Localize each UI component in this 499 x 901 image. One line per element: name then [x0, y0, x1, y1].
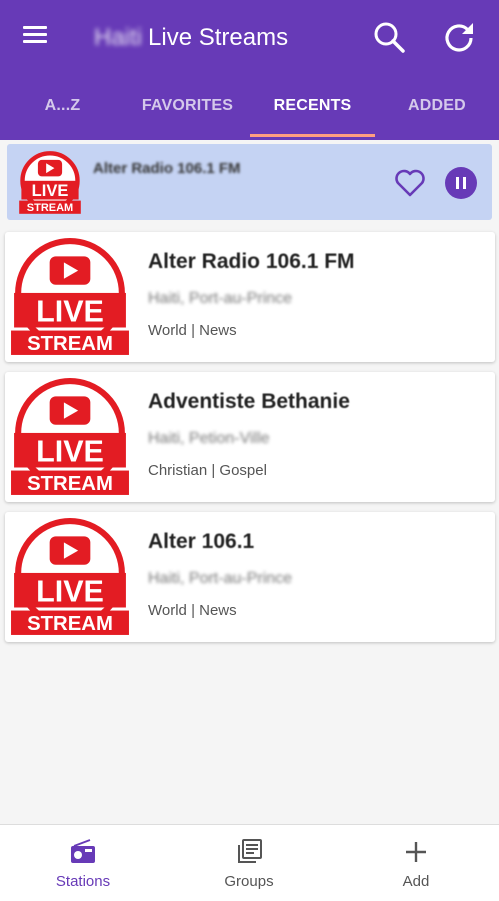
station-location: Haiti, Port-au-Prince — [148, 290, 293, 307]
refresh-icon — [445, 23, 473, 52]
station-card[interactable]: LIVE STREAM Alter Radio 106.1 FM Haiti, … — [5, 232, 495, 362]
tab-bar: A...Z FAVORITES RECENTS ADDED — [0, 80, 499, 138]
svg-text:LIVE: LIVE — [36, 574, 104, 608]
station-genres: World | News — [148, 602, 237, 619]
nav-add[interactable]: Add — [333, 825, 499, 901]
plus-icon — [406, 842, 426, 862]
live-stream-logo: LIVE STREAM — [11, 518, 129, 635]
station-location: Haiti, Port-au-Prince — [148, 570, 293, 587]
tab-indicator — [250, 134, 375, 137]
svg-text:STREAM: STREAM — [27, 473, 113, 495]
live-stream-logo: LIVE STREAM — [11, 238, 129, 355]
hamburger-icon — [23, 26, 47, 29]
title-text: Live Streams — [148, 24, 289, 51]
search-button[interactable] — [370, 18, 410, 58]
tab-recents[interactable]: RECENTS — [250, 80, 375, 138]
refresh-button[interactable] — [440, 18, 480, 58]
bottom-nav: Stations Groups Add — [0, 824, 499, 901]
station-card[interactable]: LIVE STREAM Adventiste Bethanie Haiti, P… — [5, 372, 495, 502]
station-genres: Christian | Gospel — [148, 462, 267, 479]
station-location: Haiti, Petion-Ville — [148, 430, 270, 447]
pause-icon — [456, 177, 459, 189]
library-icon — [238, 839, 262, 863]
nav-groups[interactable]: Groups — [166, 825, 332, 901]
station-card[interactable]: LIVE STREAM Alter 106.1 Haiti, Port-au-P… — [5, 512, 495, 642]
nav-add-label: Add — [402, 873, 430, 890]
now-playing-bar[interactable]: LIVE STREAM Alter Radio 106.1 FM — [7, 144, 492, 220]
tab-added[interactable]: ADDED — [375, 80, 499, 138]
nav-stations-label: Stations — [55, 873, 111, 890]
station-name: Adventiste Bethanie — [148, 390, 350, 413]
title-prefix: Haiti — [94, 24, 143, 51]
nav-groups-label: Groups — [224, 873, 274, 890]
pause-button[interactable] — [445, 167, 477, 199]
svg-text:STREAM: STREAM — [27, 202, 73, 214]
tab-favorites[interactable]: FAVORITES — [125, 80, 250, 138]
heart-icon — [395, 169, 425, 197]
tab-a-z[interactable]: A...Z — [0, 80, 125, 138]
radio-icon — [71, 839, 95, 863]
svg-text:STREAM: STREAM — [27, 333, 113, 355]
station-name: Alter Radio 106.1 FM — [148, 250, 355, 273]
live-stream-logo: LIVE STREAM — [19, 151, 81, 214]
favorite-button[interactable] — [393, 166, 427, 200]
svg-text:STREAM: STREAM — [27, 613, 113, 635]
station-name: Alter 106.1 — [148, 530, 255, 553]
menu-button[interactable] — [22, 22, 52, 52]
app-bar: Haiti Live Streams A...Z FAVORITES RECENT… — [0, 0, 499, 140]
now-playing-title: Alter Radio 106.1 FM — [93, 160, 241, 177]
svg-text:LIVE: LIVE — [32, 182, 69, 200]
station-genres: World | News — [148, 322, 237, 339]
svg-text:LIVE: LIVE — [36, 434, 104, 468]
page-title: Haiti Live Streams — [94, 24, 288, 52]
live-stream-logo: LIVE STREAM — [11, 378, 129, 495]
svg-text:LIVE: LIVE — [36, 294, 104, 328]
search-icon — [374, 22, 405, 53]
nav-stations[interactable]: Stations — [0, 825, 166, 901]
